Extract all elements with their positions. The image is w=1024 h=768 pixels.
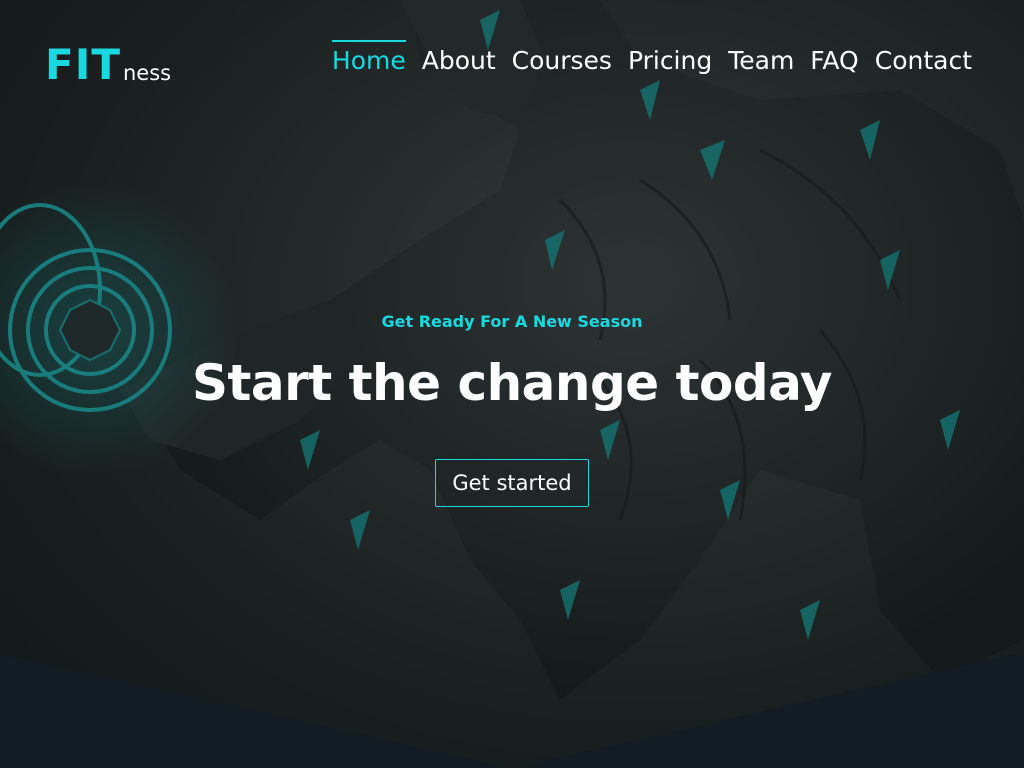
hero-tagline: Get Ready For A New Season: [381, 312, 643, 331]
hero-headline: Start the change today: [192, 354, 832, 412]
hero-section: FIT ness Home About Courses Pricing Team…: [0, 0, 1024, 768]
nav-item-pricing[interactable]: Pricing: [628, 40, 712, 75]
nav-item-contact[interactable]: Contact: [875, 40, 972, 75]
nav-item-home[interactable]: Home: [331, 40, 406, 75]
main-navigation: Home About Courses Pricing Team FAQ Cont…: [331, 40, 972, 75]
nav-item-about[interactable]: About: [422, 40, 496, 75]
nav-item-faq[interactable]: FAQ: [810, 40, 858, 75]
nav-item-team[interactable]: Team: [728, 40, 794, 75]
logo-main-text: FIT: [45, 40, 121, 89]
get-started-button[interactable]: Get started: [435, 459, 589, 507]
nav-item-courses[interactable]: Courses: [512, 40, 612, 75]
logo-suffix-text: ness: [122, 61, 172, 85]
site-logo[interactable]: FIT ness: [45, 36, 171, 86]
hero-content: Get Ready For A New Season Start the cha…: [0, 312, 1024, 507]
